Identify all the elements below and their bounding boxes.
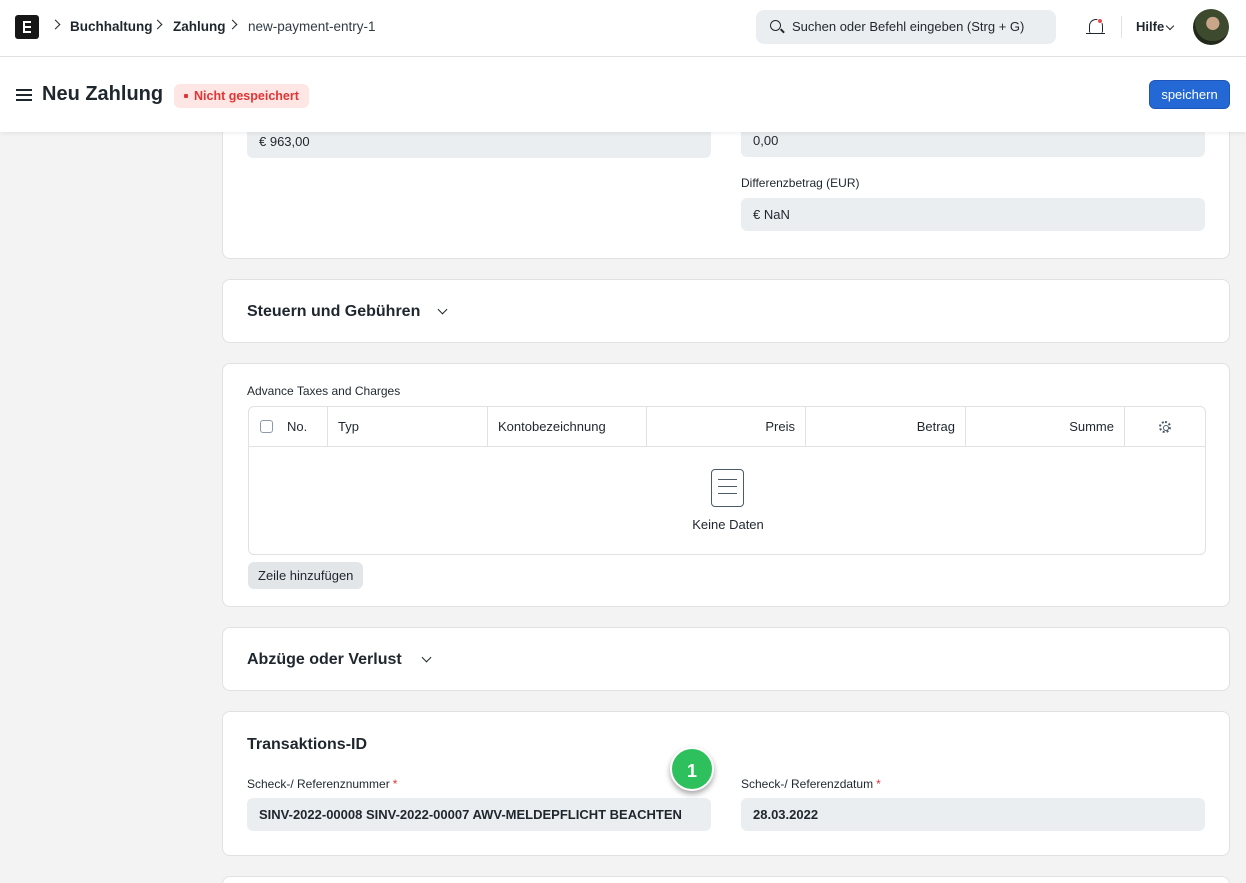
search-input[interactable]: Suchen oder Befehl eingeben (Strg + G) [756, 10, 1056, 44]
column-header: Typ [328, 407, 488, 447]
advance-taxes-card: Advance Taxes and Charges No. Typ Kontob… [222, 363, 1230, 607]
ref-no-field[interactable]: SINV-2022-00008 SINV-2022-00007 AWV-MELD… [247, 798, 711, 831]
transaction-card: Transaktions-ID Scheck-/ Referenznummer *… [222, 711, 1230, 856]
ref-date-field[interactable]: 28.03.2022 [741, 798, 1205, 831]
settings-gear-icon[interactable] [1159, 421, 1171, 433]
divider [1121, 16, 1122, 38]
column-header: No. [287, 419, 308, 434]
chevron-down-icon[interactable] [1165, 21, 1175, 31]
save-button[interactable]: speichern [1149, 80, 1230, 109]
breadcrumb-current[interactable]: new-payment-entry-1 [248, 19, 376, 35]
empty-state-text: Keine Daten [692, 517, 764, 532]
page-header: Neu Zahlung Nicht gespeichert speichern [0, 57, 1246, 132]
chevron-right-icon [227, 19, 238, 30]
top-navbar: Buchhaltung Zahlung new-payment-entry-1 … [0, 0, 1246, 57]
difference-amount-field[interactable]: € NaN [741, 198, 1205, 231]
column-no: No. [249, 407, 328, 447]
menu-icon[interactable] [16, 89, 32, 91]
advance-taxes-table: No. Typ Kontobezeichnung Preis Betrag Su… [248, 406, 1206, 555]
ref-date-label-text: Scheck-/ Referenzdatum [741, 777, 874, 791]
breadcrumb-buchhaltung[interactable]: Buchhaltung [70, 19, 153, 35]
taxes-section-card[interactable]: Steuern und Gebühren [222, 279, 1230, 343]
status-badge: Nicht gespeichert [174, 84, 309, 108]
avatar[interactable] [1193, 9, 1229, 45]
required-mark: * [392, 777, 398, 791]
search-icon [770, 20, 781, 31]
column-header: Preis [647, 407, 806, 447]
deductions-section-card[interactable]: Abzüge oder Verlust [222, 627, 1230, 691]
chevron-down-icon[interactable] [437, 304, 448, 315]
select-all-checkbox[interactable] [260, 420, 273, 433]
section-title[interactable]: Abzüge oder Verlust [247, 651, 402, 669]
ref-no-label: Scheck-/ Referenznummer * [247, 777, 397, 791]
column-header: Betrag [806, 407, 966, 447]
chevron-right-icon [152, 19, 163, 30]
section-title[interactable]: Steuern und Gebühren [247, 303, 420, 321]
step-marker: 1 [670, 747, 714, 791]
notification-dot [1097, 18, 1103, 24]
app-logo-icon[interactable] [15, 15, 39, 39]
add-row-button[interactable]: Zeile hinzufügen [248, 562, 364, 589]
help-dropdown[interactable]: Hilfe [1136, 19, 1164, 34]
difference-label: Differenzbetrag (EUR) [741, 176, 860, 190]
empty-list-icon [711, 469, 744, 507]
column-header: Summe [966, 407, 1125, 447]
chevron-down-icon[interactable] [421, 652, 432, 663]
column-header: Kontobezeichnung [488, 407, 647, 447]
breadcrumb-zahlung[interactable]: Zahlung [173, 19, 226, 35]
section-title: Transaktions-ID [247, 736, 368, 753]
advance-taxes-label: Advance Taxes and Charges [247, 384, 401, 398]
page-title: Neu Zahlung [42, 83, 164, 105]
search-placeholder: Suchen oder Befehl eingeben (Strg + G) [792, 19, 1025, 34]
ref-date-label: Scheck-/ Referenzdatum * [741, 777, 881, 791]
required-mark: * [876, 777, 881, 791]
table-header: No. Typ Kontobezeichnung Preis Betrag Su… [249, 407, 1205, 447]
chevron-right-icon [50, 19, 61, 30]
next-card [222, 876, 1230, 883]
ref-no-label-text: Scheck-/ Referenznummer [247, 777, 390, 791]
